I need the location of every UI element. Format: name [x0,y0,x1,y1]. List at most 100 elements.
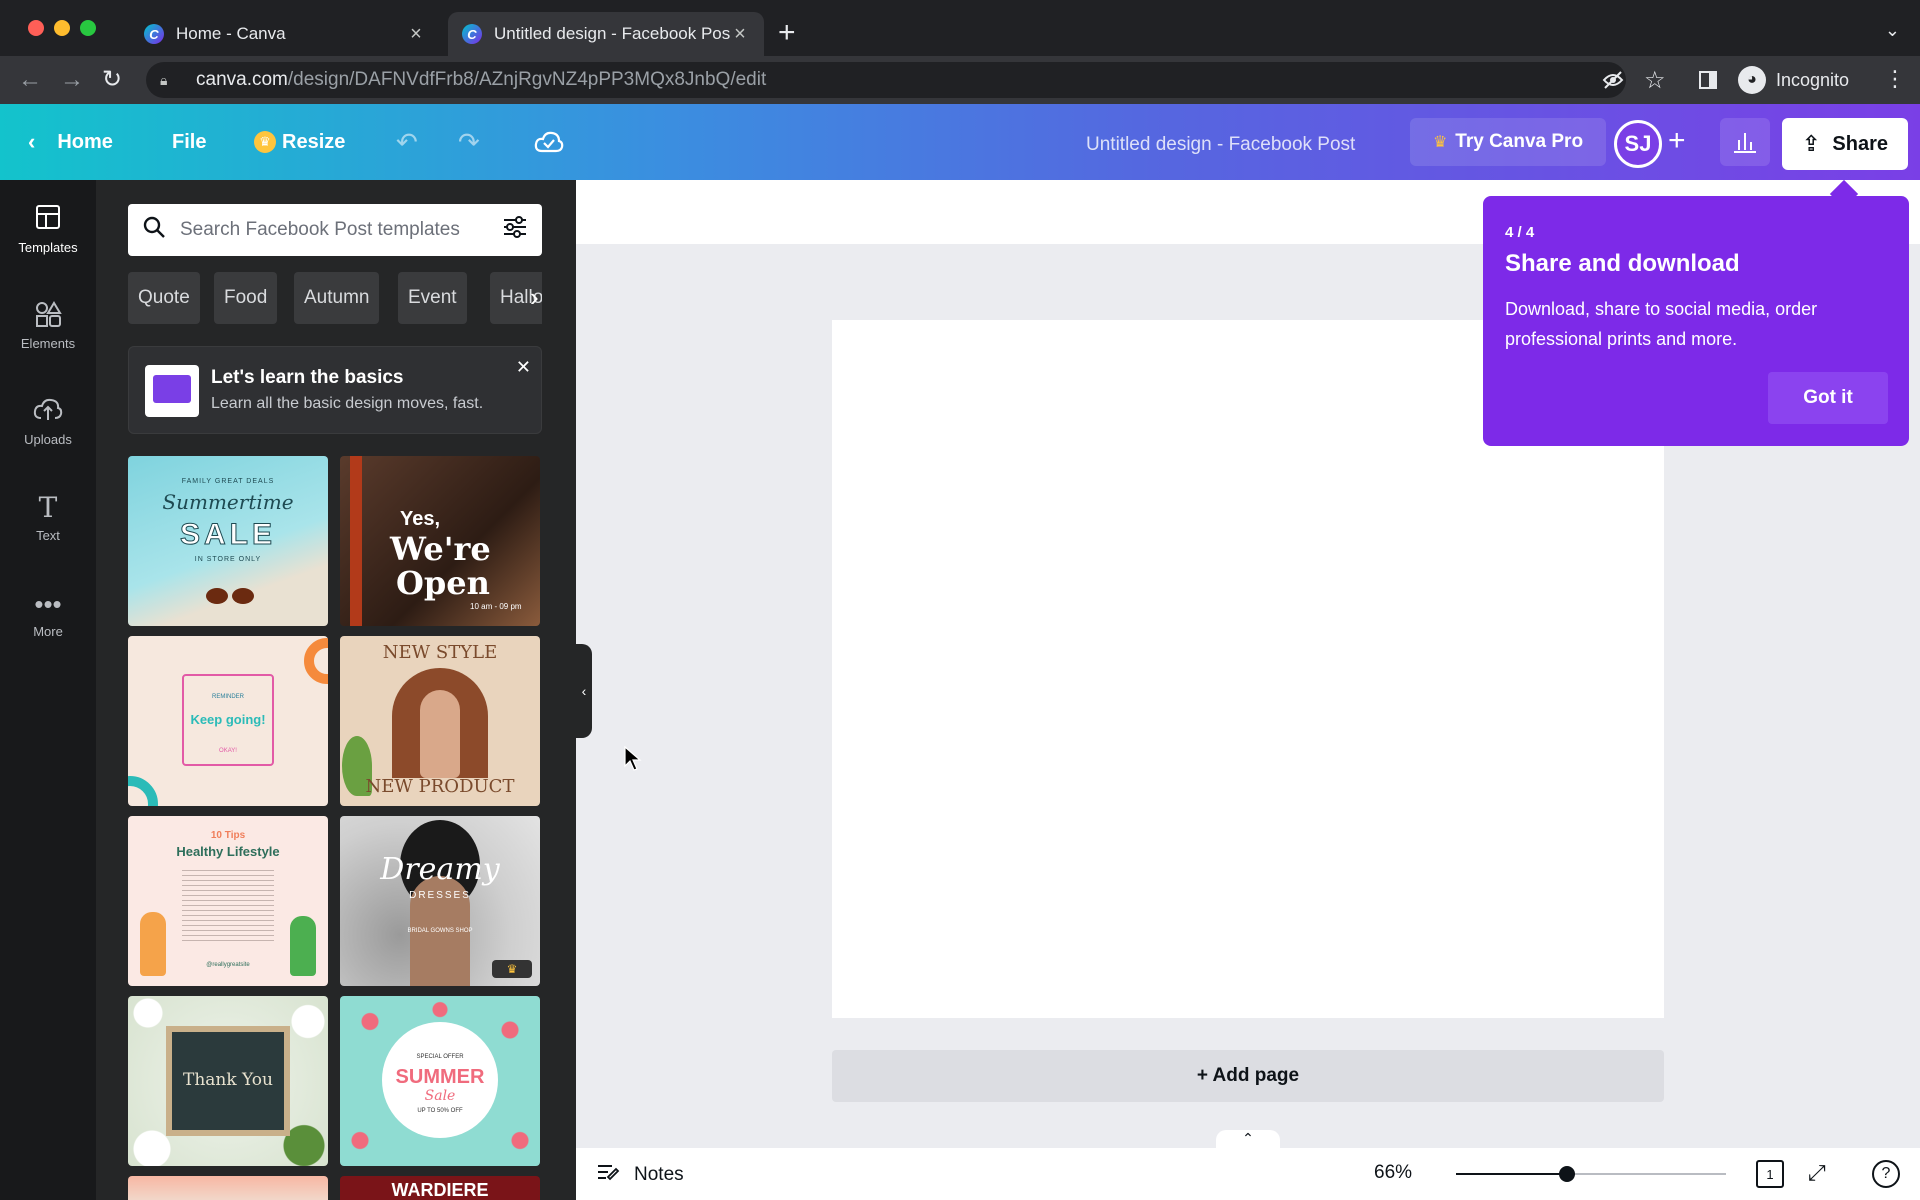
learn-title: Let's learn the basics [211,367,404,388]
tab-search-chevron-icon[interactable]: ⌄ [1885,20,1900,41]
zoom-slider-handle[interactable] [1559,1166,1575,1182]
close-window-button[interactable] [28,20,44,36]
template-text: Thank You [182,1070,273,1090]
sunglasses-graphic [206,588,228,604]
try-pro-label: Try Canva Pro [1455,131,1584,152]
browser-tab-design[interactable]: C Untitled design - Facebook Post × [448,12,764,56]
template-text: @reallygreatsite [206,962,250,968]
collapse-panel-button[interactable]: ‹ [576,644,592,738]
page-count-button[interactable]: 1 [1756,1160,1784,1188]
redo-icon[interactable]: ↷ [458,128,480,156]
crown-icon: ♛ [254,131,276,153]
back-arrow-icon[interactable]: ← [18,66,42,94]
share-label: Share [1832,132,1889,155]
help-icon[interactable]: ? [1872,1160,1900,1188]
notes-label: Notes [634,1164,684,1185]
template-list-lines [182,866,274,944]
share-upload-icon: ⇪ [1801,131,1821,156]
template-text: Open [396,564,490,602]
rail-label: Text [36,528,60,543]
side-rail: Templates Elements Uploads T Text ••• Mo… [0,180,96,1200]
template-card[interactable]: SPECIAL OFFER SUMMER Sale UP TO 50% OFF [340,996,540,1166]
notes-icon [596,1162,620,1188]
template-card[interactable]: Dreamy DRESSES BRIDAL GOWNS SHOP ♛ [340,816,540,986]
template-card[interactable]: Thank You [128,996,328,1166]
incognito-profile-button[interactable]: ◕ Incognito [1738,66,1849,94]
template-card[interactable]: 10 Tips Healthy Lifestyle @reallygreatsi… [128,816,328,986]
resize-button[interactable]: ♛ Resize [254,124,345,160]
rail-item-more[interactable]: ••• More [0,588,96,639]
undo-icon[interactable]: ↶ [396,128,418,156]
popover-step: 4 / 4 [1505,224,1535,241]
template-card[interactable] [128,1176,328,1200]
zoom-percentage[interactable]: 66% [1374,1162,1412,1184]
zoom-slider-fill [1456,1173,1567,1175]
maximize-window-button[interactable] [80,20,96,36]
template-circle [304,638,328,684]
rail-item-uploads[interactable]: Uploads [0,396,96,447]
rail-item-text[interactable]: T Text [0,492,96,544]
got-it-button[interactable]: Got it [1768,372,1888,424]
side-panel-icon[interactable] [1698,70,1718,96]
learn-basics-card[interactable]: Let's learn the basics Learn all the bas… [128,346,542,434]
home-label: Home [57,130,113,153]
invite-plus-icon[interactable]: + [1668,124,1686,158]
learn-subtitle: Learn all the basic design moves, fast. [211,395,484,412]
notes-button[interactable]: Notes [596,1162,684,1188]
template-text: BRIDAL GOWNS SHOP [407,928,473,934]
add-page-button[interactable]: + Add page [832,1050,1664,1102]
chip-event[interactable]: Event [398,272,467,324]
share-button[interactable]: ⇪ Share [1782,118,1908,170]
browser-address-bar: ← → ↻ 🔒︎ canva.com/design/DAFNVdfFrb8/AZ… [0,56,1920,104]
chevron-right-icon[interactable]: › [530,282,539,313]
template-text: DRESSES [409,890,471,901]
template-text: Dreamy [380,852,500,887]
chip-autumn[interactable]: Autumn [294,272,380,324]
template-card[interactable]: Yes, We're Open 10 am - 09 pm [340,456,540,626]
rail-item-templates[interactable]: Templates [0,204,96,255]
insights-button[interactable] [1720,118,1770,166]
url-field[interactable]: 🔒︎ canva.com/design/DAFNVdfFrb8/AZnjRgvN… [146,62,1626,98]
bookmark-star-icon[interactable]: ☆ [1644,66,1666,95]
fullscreen-icon[interactable]: ⤢ [1808,1160,1826,1186]
filter-sliders-icon[interactable] [502,215,528,245]
minimize-window-button[interactable] [54,20,70,36]
browser-menu-icon[interactable]: ⋮ [1884,66,1906,92]
close-icon[interactable]: ✕ [516,357,531,378]
popover-description: Download, share to social media, order p… [1505,299,1818,349]
user-avatar[interactable]: SJ [1614,120,1662,168]
template-text: WARDIERE [391,1180,489,1200]
template-text: SALE [179,518,276,552]
forward-arrow-icon[interactable]: → [60,66,84,94]
try-canva-pro-button[interactable]: ♛ Try Canva Pro [1410,118,1606,166]
rail-label: More [33,624,63,639]
rail-item-elements[interactable]: Elements [0,300,96,351]
template-text: 10 am - 09 pm [470,602,522,611]
template-card[interactable]: NEW STYLE NEW PRODUCT [340,636,540,806]
template-text: We're [390,530,491,568]
tab-close-icon[interactable]: × [730,23,750,46]
incognito-label: Incognito [1776,69,1850,90]
eye-off-icon[interactable] [1602,70,1624,96]
home-button[interactable]: ‹ Home [28,124,113,160]
tab-close-icon[interactable]: × [406,23,426,46]
template-search-field[interactable]: Search Facebook Post templates [128,204,542,256]
sunglasses-graphic [232,588,254,604]
cloud-saved-icon[interactable] [534,130,564,158]
browser-tab-home[interactable]: C Home - Canva × [130,12,440,56]
popover-title: Share and download [1505,250,1740,277]
template-card[interactable]: REMINDER Keep going! OKAY! [128,636,328,806]
chip-quote[interactable]: Quote [128,272,200,324]
zoom-slider[interactable] [1456,1166,1726,1182]
chevron-up-icon[interactable]: ⌃ [1216,1130,1280,1150]
learn-thumbnail [145,365,199,417]
reload-icon[interactable]: ↻ [102,66,122,94]
template-card[interactable]: WARDIERE [340,1176,540,1200]
template-card[interactable]: FAMILY GREAT DEALS Summertime SALE IN ST… [128,456,328,626]
file-menu-button[interactable]: File [172,124,206,160]
design-title[interactable]: Untitled design - Facebook Post [1086,134,1355,156]
editor-header: ‹ Home File ♛ Resize ↶ ↷ Untitled design… [0,104,1920,180]
chip-food[interactable]: Food [214,272,278,324]
templates-panel: Search Facebook Post templates Quote Foo… [96,180,576,1200]
new-tab-icon[interactable]: + [778,18,796,48]
